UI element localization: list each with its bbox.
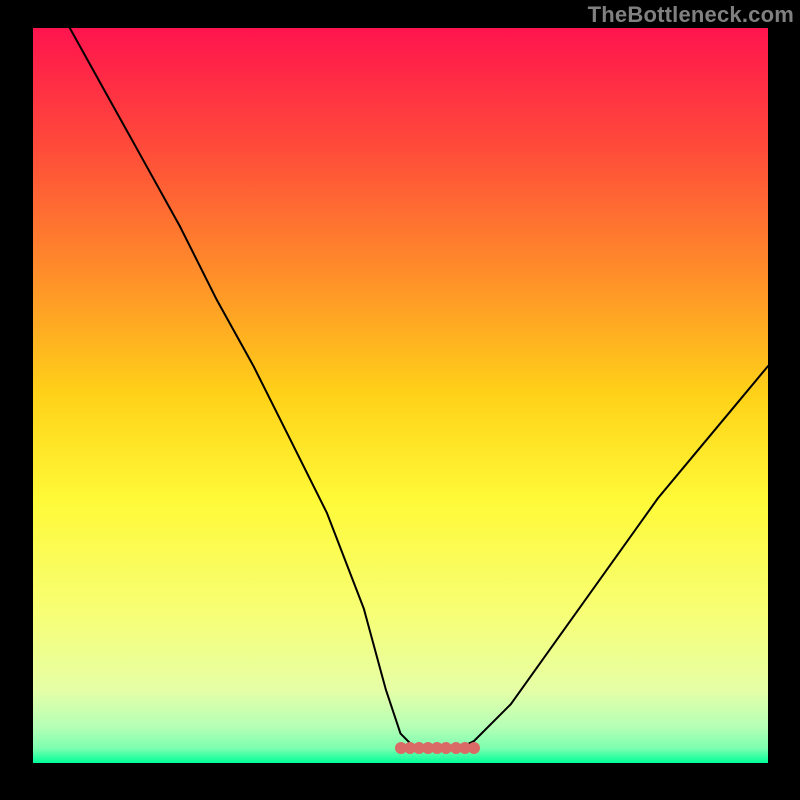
bottleneck-curve [33, 28, 768, 763]
watermark-text: TheBottleneck.com [588, 2, 794, 28]
plot-area [33, 28, 768, 763]
chart-frame: TheBottleneck.com [0, 0, 800, 800]
optimum-dot [468, 742, 480, 754]
